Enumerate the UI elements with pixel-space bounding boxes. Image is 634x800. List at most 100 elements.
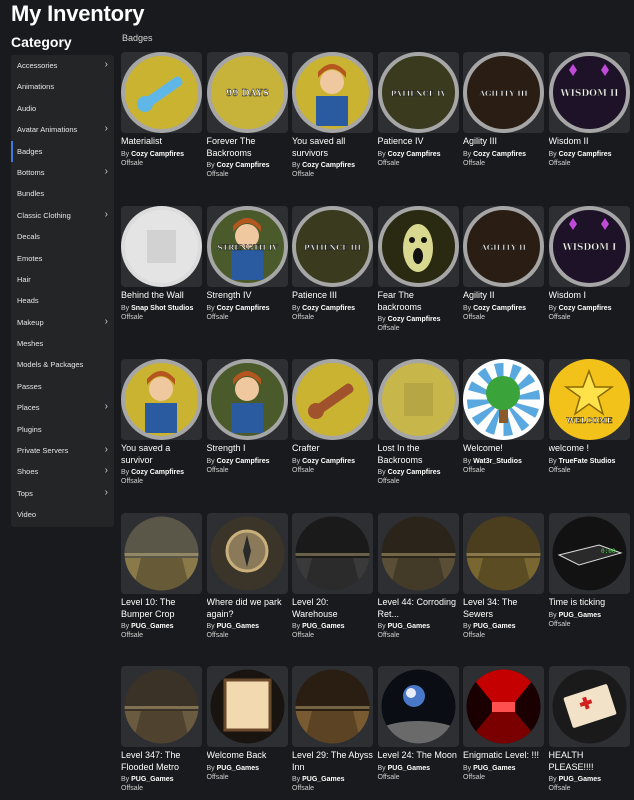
badge-card[interactable]: Level 24: The Moon By PUG_Games Offsale <box>377 666 459 783</box>
creator-link[interactable]: Cozy Campfires <box>217 305 270 312</box>
creator-link[interactable]: PUG_Games <box>302 776 344 783</box>
badge-card[interactable]: Fear The backrooms By Cozy Campfires Offsa… <box>377 206 459 334</box>
clock-badge-icon[interactable]: 0:00 <box>548 513 630 594</box>
badge-name[interactable]: Time is ticking <box>549 597 630 609</box>
badge-card[interactable]: Level 44: Corroding Ret... By PUG_Games Of… <box>377 513 459 641</box>
badge-card[interactable]: You saved a survivor By Cozy Campfires Off… <box>121 359 202 487</box>
creator-link[interactable]: PUG_Games <box>302 623 344 630</box>
badge-card[interactable]: Level 347: The Flooded Metro By PUG_Games… <box>121 666 202 794</box>
creator-link[interactable]: Snap Shot Studios <box>131 305 193 312</box>
badge-name[interactable]: Behind the Wall <box>121 290 202 302</box>
creator-link[interactable]: PUG_Games <box>217 765 259 772</box>
badge-name[interactable]: Where did we park again? <box>207 597 288 620</box>
badge-name[interactable]: HEALTH PLEASE!!!! <box>549 750 630 773</box>
category-item-private-servers[interactable]: Private Servers › <box>11 440 114 461</box>
badge-card[interactable]: WELCOME welcome ! By TrueFate Studios Offsa… <box>548 359 630 476</box>
badge-card[interactable]: Enigmatic Level: !!! By PUG_Games Offsale <box>463 666 544 783</box>
creator-link[interactable]: Cozy Campfires <box>388 151 441 158</box>
category-item-video[interactable]: Video <box>11 504 114 525</box>
creator-link[interactable]: PUG_Games <box>388 765 430 772</box>
creator-link[interactable]: Cozy Campfires <box>388 316 441 323</box>
creator-link[interactable]: Cozy Campfires <box>559 151 612 158</box>
creator-link[interactable]: PUG_Games <box>559 612 601 619</box>
badge-card[interactable]: HEALTH PLEASE!!!! By PUG_Games Offsale <box>548 666 630 794</box>
badge-card[interactable]: Materialist By Cozy Campfires Offsale <box>121 52 202 169</box>
category-item-avatar-animations[interactable]: Avatar Animations › <box>11 119 114 140</box>
creator-link[interactable]: PUG_Games <box>388 623 430 630</box>
category-item-shoes[interactable]: Shoes › <box>11 461 114 482</box>
badge-name[interactable]: Welcome! <box>463 443 544 455</box>
category-item-meshes[interactable]: Meshes <box>11 333 114 354</box>
badge-card[interactable]: Behind the Wall By Snap Shot Studios Offsa… <box>121 206 202 323</box>
metro-badge-icon[interactable] <box>121 666 202 747</box>
badge-card[interactable]: AGILITY III Agility III By Cozy Campfires O… <box>463 52 544 169</box>
patience-badge-icon[interactable]: PATIENCE IV <box>377 52 459 133</box>
badge-card[interactable]: PATIENCE III Patience III By Cozy Campfire… <box>292 206 373 323</box>
category-item-plugins[interactable]: Plugins <box>11 419 114 440</box>
badge-card[interactable]: WISDOM II Wisdom II By Cozy Campfires Offsa… <box>548 52 630 169</box>
first-aid-badge-icon[interactable] <box>548 666 630 747</box>
creator-link[interactable]: Cozy Campfires <box>302 305 355 312</box>
patience-badge-icon[interactable]: PATIENCE III <box>292 206 373 287</box>
creator-link[interactable]: Cozy Campfires <box>559 305 612 312</box>
crafter-badge-icon[interactable] <box>292 359 373 440</box>
wrench-badge-icon[interactable] <box>121 52 202 133</box>
creator-link[interactable]: TrueFate Studios <box>559 458 616 465</box>
badge-name[interactable]: Level 20: Warehouse <box>292 597 373 620</box>
creator-link[interactable]: PUG_Games <box>473 765 515 772</box>
badge-name[interactable]: Agility III <box>463 136 544 148</box>
moon-badge-icon[interactable] <box>377 666 459 747</box>
badge-card[interactable]: PATIENCE IV Patience IV By Cozy Campfires O… <box>377 52 459 169</box>
badge-name[interactable]: Lost In the Backrooms <box>378 443 459 466</box>
creator-link[interactable]: Cozy Campfires <box>131 151 184 158</box>
badge-name[interactable]: Strength I <box>207 443 288 455</box>
category-item-bottoms[interactable]: Bottoms › <box>11 162 114 183</box>
category-item-models-packages[interactable]: Models & Packages <box>11 354 114 375</box>
badge-card[interactable]: Level 29: The Abyss Inn By PUG_Games Offsa… <box>292 666 373 794</box>
creator-link[interactable]: Cozy Campfires <box>131 469 184 476</box>
badge-card[interactable]: Welcome Back By PUG_Games Offsale <box>206 666 288 783</box>
badge-name[interactable]: Strength IV <box>207 290 288 302</box>
badge-card[interactable]: 99 DAYS Forever The Backrooms By Cozy Camp… <box>206 52 288 180</box>
badge-card[interactable]: Level 34: The Sewers By PUG_Games Offsale <box>463 513 544 641</box>
creator-link[interactable]: Cozy Campfires <box>302 458 355 465</box>
category-item-places[interactable]: Places › <box>11 397 114 418</box>
category-item-makeup[interactable]: Makeup › <box>11 312 114 333</box>
backrooms-badge-icon[interactable] <box>377 359 459 440</box>
99-days-badge-icon[interactable]: 99 DAYS <box>206 52 288 133</box>
creator-link[interactable]: Cozy Campfires <box>217 458 270 465</box>
badge-name[interactable]: Wisdom II <box>549 136 630 148</box>
sewer-badge-icon[interactable] <box>463 513 544 594</box>
category-item-audio[interactable]: Audio <box>11 98 114 119</box>
badge-name[interactable]: Level 347: The Flooded Metro <box>121 750 202 773</box>
badge-name[interactable]: You saved all survivors <box>292 136 373 159</box>
hall-badge-icon[interactable] <box>377 513 459 594</box>
monster-badge-icon[interactable] <box>377 206 459 287</box>
creator-link[interactable]: Cozy Campfires <box>388 469 441 476</box>
creator-link[interactable]: Cozy Campfires <box>302 162 355 169</box>
badge-card[interactable]: Lost In the Backrooms By Cozy Campfires Of… <box>377 359 459 487</box>
badge-card[interactable]: AGILITY II Agility II By Cozy Campfires Off… <box>463 206 544 323</box>
category-item-decals[interactable]: Decals <box>11 226 114 247</box>
category-item-animations[interactable]: Animations <box>11 76 114 97</box>
red-hall-badge-icon[interactable] <box>463 666 544 747</box>
badge-name[interactable]: Welcome Back <box>207 750 288 762</box>
category-item-bundles[interactable]: Bundles <box>11 183 114 204</box>
badge-card[interactable]: Level 10: The Bumper Crop By PUG_Games Off… <box>121 513 202 641</box>
category-item-accessories[interactable]: Accessories › <box>11 55 114 76</box>
wall-badge-icon[interactable] <box>121 206 202 287</box>
badge-card[interactable]: STRENGTH IV Strength IV By Cozy Campfires O… <box>206 206 288 323</box>
wisdom-badge-icon[interactable]: WISDOM II <box>548 52 630 133</box>
badge-name[interactable]: Patience IV <box>378 136 459 148</box>
badge-name[interactable]: Materialist <box>121 136 202 148</box>
star-badge-icon[interactable]: WELCOME <box>548 359 630 440</box>
badge-name[interactable]: Level 29: The Abyss Inn <box>292 750 373 773</box>
creator-link[interactable]: Cozy Campfires <box>473 305 526 312</box>
category-item-hair[interactable]: Hair <box>11 269 114 290</box>
field-badge-icon[interactable] <box>121 513 202 594</box>
badge-name[interactable]: Fear The backrooms <box>378 290 459 313</box>
badge-card[interactable]: Crafter By Cozy Campfires Offsale <box>292 359 373 476</box>
creator-link[interactable]: Wat3r_Studios <box>473 458 522 465</box>
badge-name[interactable]: Forever The Backrooms <box>207 136 288 159</box>
creator-link[interactable]: PUG_Games <box>217 623 259 630</box>
